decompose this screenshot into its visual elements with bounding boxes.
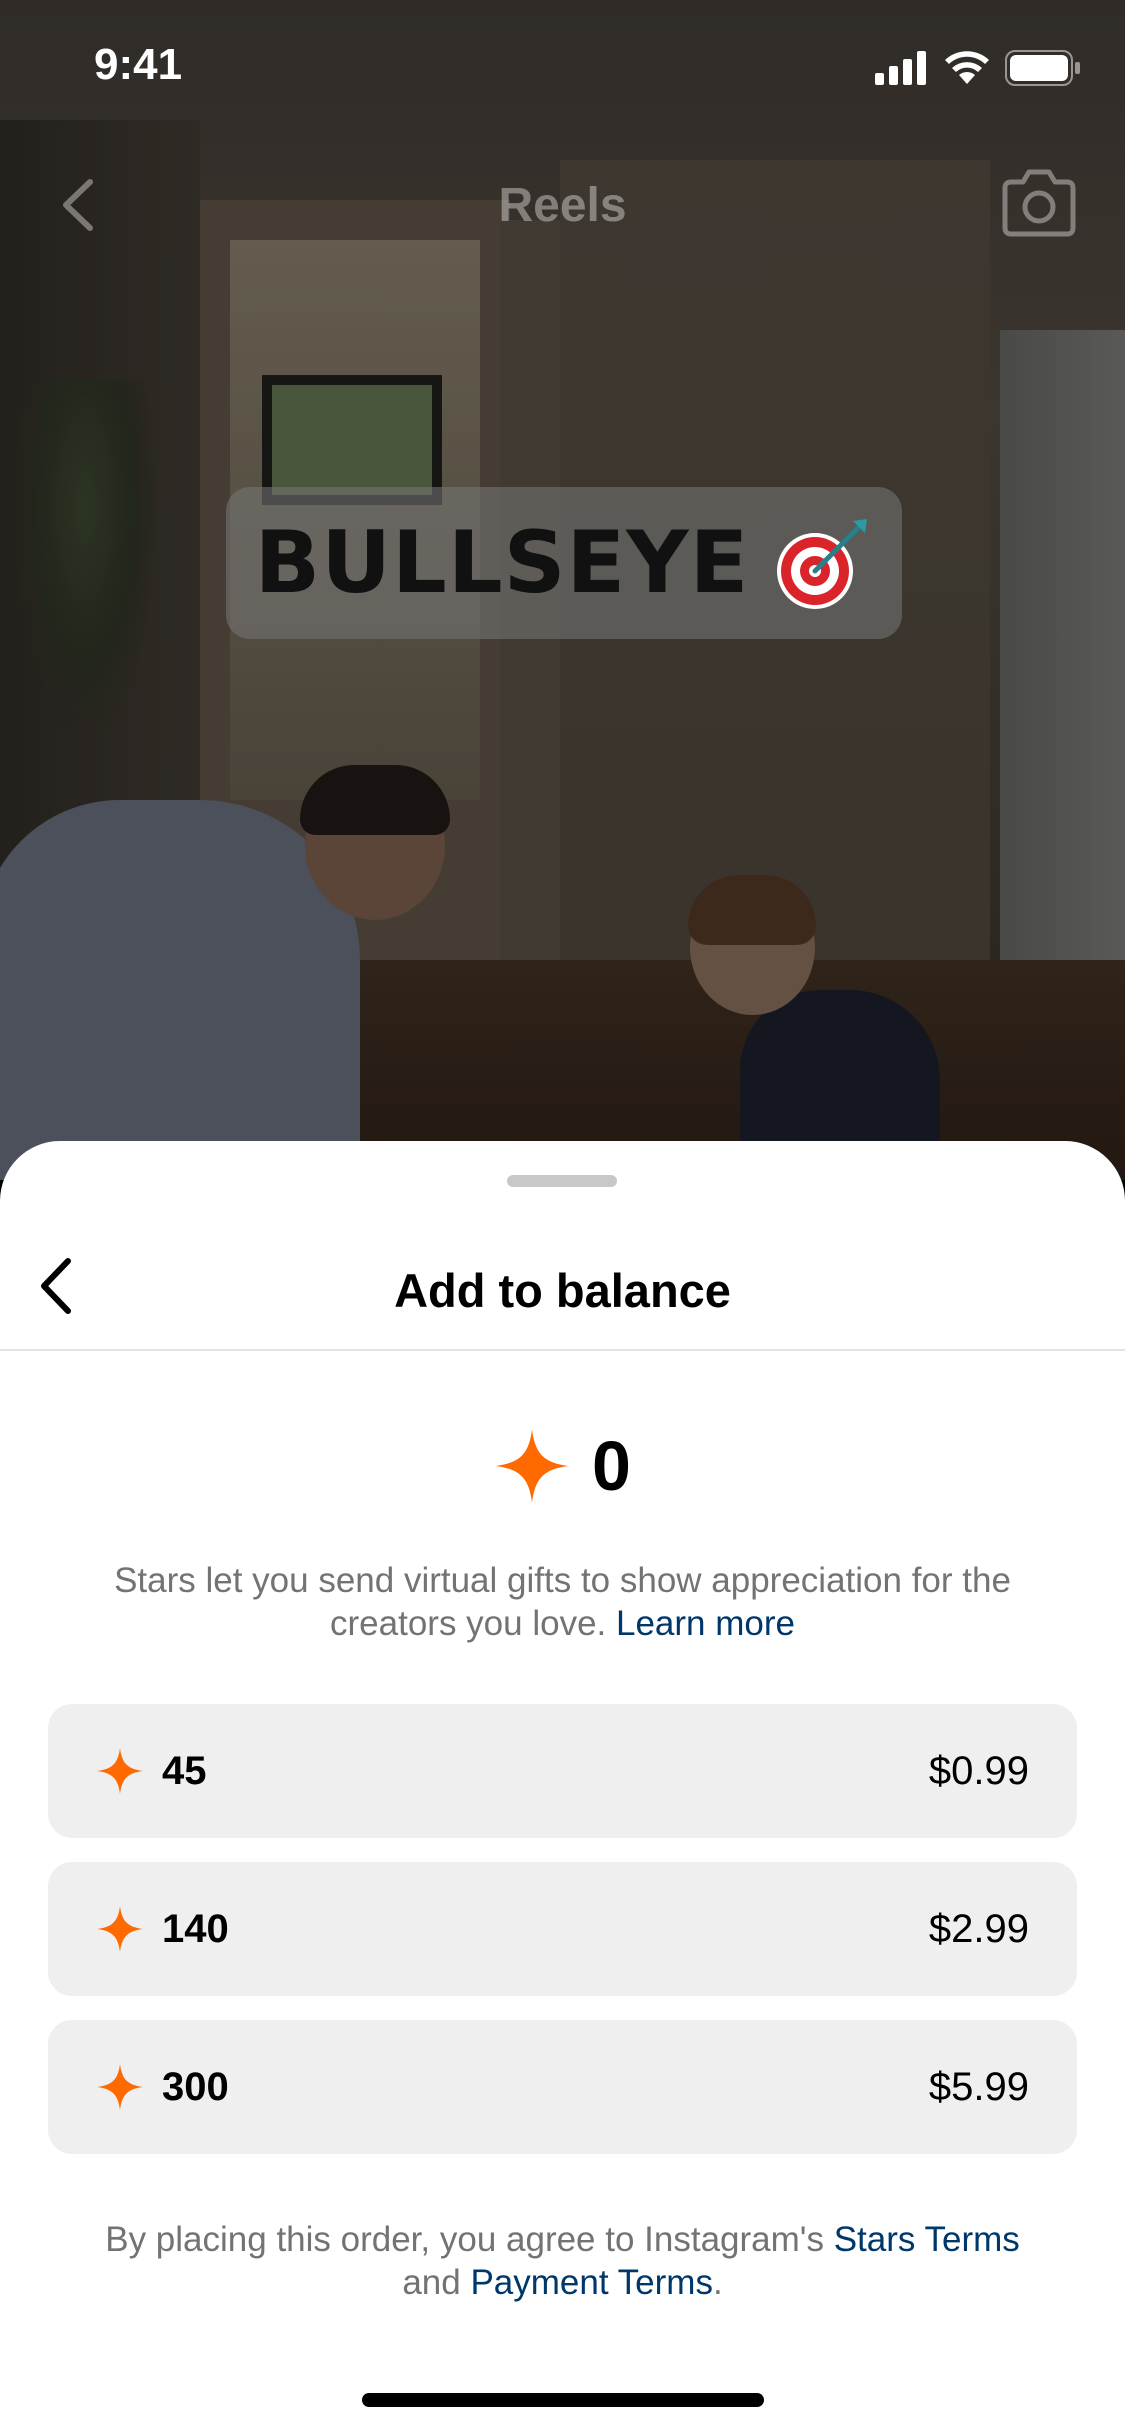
option-amount: 300	[162, 2064, 229, 2109]
purchase-option-45[interactable]: 45 $0.99	[48, 1704, 1077, 1838]
purchase-options: 45 $0.99 140 $2.99 300 $5.99	[48, 1704, 1077, 2178]
terms-text: By placing this order, you agree to Inst…	[40, 2218, 1085, 2304]
option-amount: 140	[162, 1906, 229, 1951]
battery-icon	[1005, 50, 1080, 86]
star-balance: 0	[0, 1426, 1125, 1506]
star-icon	[495, 1429, 569, 1503]
terms-suffix: .	[712, 2263, 723, 2302]
top-nav: Reels	[0, 150, 1125, 260]
sheet-title: Add to balance	[394, 1264, 731, 1317]
terms-and: and	[402, 2263, 461, 2302]
purchase-option-140[interactable]: 140 $2.99	[48, 1862, 1077, 1996]
bullseye-sticker: BULLSEYE	[226, 487, 902, 639]
reel-video[interactable]: BULLSEYE 9:41 Reels	[0, 0, 1125, 1180]
wifi-icon	[945, 51, 989, 84]
status-icons	[875, 50, 1081, 86]
camera-icon[interactable]	[997, 164, 1081, 244]
purchase-option-300[interactable]: 300 $5.99	[48, 2020, 1077, 2154]
description-text: Stars let you send virtual gifts to show…	[114, 1561, 1011, 1643]
terms-prefix: By placing this order, you agree to Inst…	[105, 2220, 824, 2259]
star-icon	[96, 1747, 144, 1795]
star-icon	[96, 2063, 144, 2111]
add-balance-sheet: Add to balance 0 Stars let you send virt…	[0, 1141, 1125, 2436]
stars-terms-link[interactable]: Stars Terms	[834, 2220, 1020, 2259]
sheet-grabber[interactable]	[507, 1175, 617, 1187]
home-indicator[interactable]	[362, 2393, 764, 2407]
option-price: $5.99	[928, 2064, 1029, 2109]
status-bar: 9:41	[0, 0, 1125, 132]
star-icon	[96, 1905, 144, 1953]
option-price: $2.99	[928, 1906, 1029, 1951]
option-amount: 45	[162, 1748, 207, 1793]
sheet-header: Add to balance	[0, 1221, 1125, 1351]
payment-terms-link[interactable]: Payment Terms	[470, 2263, 713, 2302]
sticker-text: BULLSEYE	[254, 513, 750, 613]
option-price: $0.99	[928, 1748, 1029, 1793]
signal-icon	[875, 51, 926, 85]
target-icon	[777, 519, 868, 609]
stars-description: Stars let you send virtual gifts to show…	[80, 1559, 1045, 1645]
status-time: 9:41	[94, 40, 183, 89]
learn-more-link[interactable]: Learn more	[616, 1604, 795, 1643]
page-title: Reels	[498, 179, 627, 232]
balance-value: 0	[592, 1427, 631, 1505]
